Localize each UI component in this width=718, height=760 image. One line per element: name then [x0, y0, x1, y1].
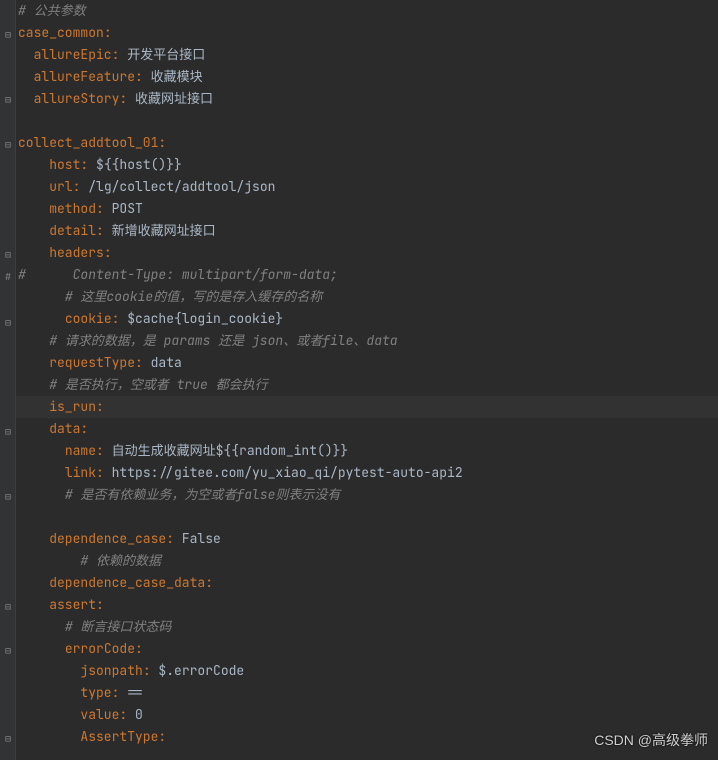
fold-icon[interactable]: ⊟	[4, 422, 12, 430]
code-line: assert:	[16, 594, 718, 616]
code-line: allureStory: 收藏网址接口	[16, 88, 718, 110]
code-line: allureFeature: 收藏模块	[16, 66, 718, 88]
code-line: dependence_case_data:	[16, 572, 718, 594]
code-line-current: is_run:	[16, 396, 718, 418]
code-line: # 断言接口状态码	[16, 616, 718, 638]
code-line: cookie: $cache{login_cookie}	[16, 308, 718, 330]
code-line: allureEpic: 开发平台接口	[16, 44, 718, 66]
code-line: headers:	[16, 242, 718, 264]
fold-icon[interactable]: ⊟	[4, 597, 12, 605]
code-line: # 这里cookie的值，写的是存入缓存的名称	[16, 286, 718, 308]
code-editor[interactable]: ⊟ ⊟ ⊟ ⊟ # ⊟ ⊟ ⊟ ⊟ ⊟ ⊟ # 公共参数 case_common…	[0, 0, 718, 760]
watermark: CSDN @高级拳师	[594, 730, 708, 750]
code-line: case_common:	[16, 22, 718, 44]
code-line: jsonpath: $.errorCode	[16, 660, 718, 682]
code-line: host: ${{host()}}	[16, 154, 718, 176]
fold-icon[interactable]: ⊟	[4, 90, 12, 98]
fold-icon[interactable]: ⊟	[4, 487, 12, 495]
code-line: # 依赖的数据	[16, 550, 718, 572]
code-line: dependence_case: False	[16, 528, 718, 550]
code-line	[16, 506, 718, 528]
fold-icon[interactable]: ⊟	[4, 729, 12, 737]
code-line: # 是否有依赖业务，为空或者false则表示没有	[16, 484, 718, 506]
code-line: detail: 新增收藏网址接口	[16, 220, 718, 242]
fold-icon[interactable]: ⊟	[4, 313, 12, 321]
code-line: # 请求的数据，是 params 还是 json、或者file、data	[16, 330, 718, 352]
fold-icon[interactable]: #	[4, 267, 12, 275]
fold-icon[interactable]: ⊟	[4, 135, 12, 143]
fold-icon[interactable]: ⊟	[4, 245, 12, 253]
fold-icon[interactable]: ⊟	[4, 641, 12, 649]
gutter: ⊟ ⊟ ⊟ ⊟ # ⊟ ⊟ ⊟ ⊟ ⊟ ⊟	[0, 0, 16, 760]
code-line: requestType: data	[16, 352, 718, 374]
code-line: # 是否执行，空或者 true 都会执行	[16, 374, 718, 396]
code-area[interactable]: # 公共参数 case_common: allureEpic: 开发平台接口 a…	[16, 0, 718, 760]
code-line: link: https://gitee.com/yu_xiao_qi/pytes…	[16, 462, 718, 484]
code-line: value: 0	[16, 704, 718, 726]
code-line: errorCode:	[16, 638, 718, 660]
code-line: url: /lg/collect/addtool/json	[16, 176, 718, 198]
code-line: type: ==	[16, 682, 718, 704]
code-line: data:	[16, 418, 718, 440]
code-line	[16, 110, 718, 132]
code-line: collect_addtool_01:	[16, 132, 718, 154]
code-line: # Content-Type: multipart/form-data;	[16, 264, 718, 286]
code-line: # 公共参数	[16, 0, 718, 22]
code-line: method: POST	[16, 198, 718, 220]
fold-icon[interactable]: ⊟	[4, 25, 12, 33]
code-line: name: 自动生成收藏网址${{random_int()}}	[16, 440, 718, 462]
